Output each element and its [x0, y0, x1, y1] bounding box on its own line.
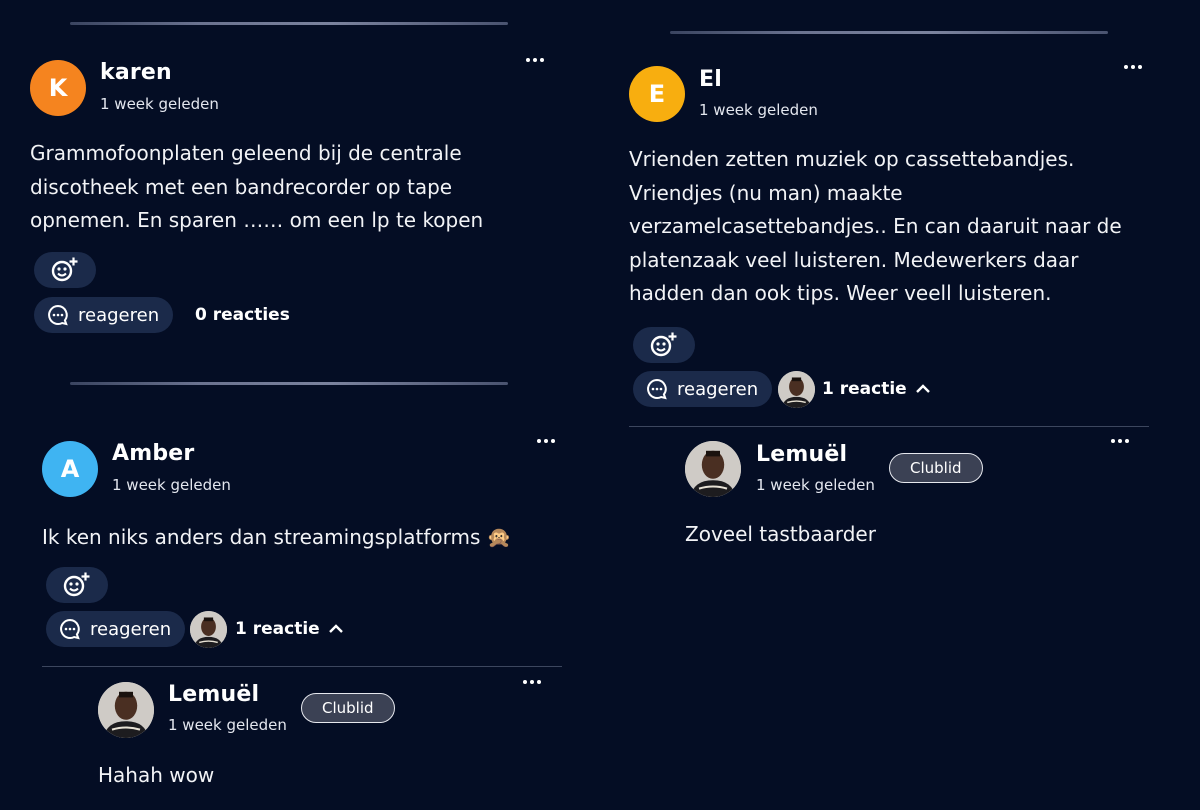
post-time: 1 week geleden — [756, 476, 875, 494]
add-reaction-button[interactable] — [633, 327, 695, 363]
more-dots-icon[interactable] — [537, 436, 559, 446]
reply-button-label: reageren — [90, 618, 172, 640]
avatar[interactable] — [98, 682, 154, 738]
avatar[interactable]: K — [30, 60, 86, 116]
post-time: 1 week geleden — [699, 101, 818, 119]
more-dots-icon[interactable] — [526, 55, 548, 65]
more-dots-icon[interactable] — [1111, 436, 1133, 446]
reaction-count-label: 0 reacties — [195, 305, 290, 325]
more-dots-icon[interactable] — [523, 677, 545, 687]
add-reaction-icon — [63, 572, 90, 597]
reply-text: Zoveel tastbaarder — [685, 522, 876, 546]
author-name[interactable]: Amber — [112, 441, 194, 466]
post-text: Ik ken niks anders dan streamingsplatfor… — [42, 525, 512, 549]
post-text: Vrienden zetten muziek op cassettebandje… — [629, 147, 1122, 305]
reaction-count[interactable]: 1 reactie — [822, 379, 931, 399]
more-dots-icon[interactable] — [1124, 62, 1146, 72]
post-time: 1 week geleden — [112, 476, 231, 494]
reaction-count[interactable]: 0 reacties — [195, 305, 290, 325]
reaction-count-label: 1 reactie — [235, 619, 320, 639]
chevron-up-icon — [328, 624, 343, 633]
post-separator — [70, 22, 508, 25]
avatar[interactable] — [685, 441, 741, 497]
avatar[interactable]: A — [42, 441, 98, 497]
reaction-count-label: 1 reactie — [822, 379, 907, 399]
divider — [629, 426, 1149, 427]
comment-bubble-icon — [647, 378, 667, 400]
reply-button[interactable]: reageren — [633, 371, 773, 407]
author-name[interactable]: Lemuël — [756, 442, 847, 467]
reply-button-label: reageren — [677, 378, 759, 400]
divider — [42, 666, 562, 667]
add-reaction-icon — [650, 332, 677, 357]
author-name[interactable]: El — [699, 67, 722, 92]
reply-button-label: reageren — [78, 304, 160, 326]
author-name[interactable]: Lemuël — [168, 682, 259, 707]
reply-button[interactable]: reageren — [34, 297, 174, 333]
post-time: 1 week geleden — [100, 95, 219, 113]
replier-avatar — [778, 371, 815, 408]
add-reaction-button[interactable] — [46, 567, 108, 603]
add-reaction-icon — [51, 257, 78, 282]
comment-bubble-icon — [60, 618, 80, 640]
reply-text: Hahah wow — [98, 763, 215, 787]
post-separator — [70, 382, 508, 385]
member-badge: Clublid — [889, 453, 983, 483]
post-time: 1 week geleden — [168, 716, 287, 734]
author-name[interactable]: karen — [100, 60, 172, 85]
post-separator — [670, 31, 1108, 34]
avatar[interactable]: E — [629, 66, 685, 122]
chevron-up-icon — [915, 384, 930, 393]
comment-bubble-icon — [48, 304, 68, 326]
add-reaction-button[interactable] — [34, 252, 96, 288]
reaction-count[interactable]: 1 reactie — [235, 619, 344, 639]
member-badge: Clublid — [301, 693, 395, 723]
reply-button[interactable]: reageren — [46, 611, 186, 647]
replier-avatar — [190, 611, 227, 648]
post-text: Grammofoonplaten geleend bij de centrale… — [30, 141, 484, 232]
